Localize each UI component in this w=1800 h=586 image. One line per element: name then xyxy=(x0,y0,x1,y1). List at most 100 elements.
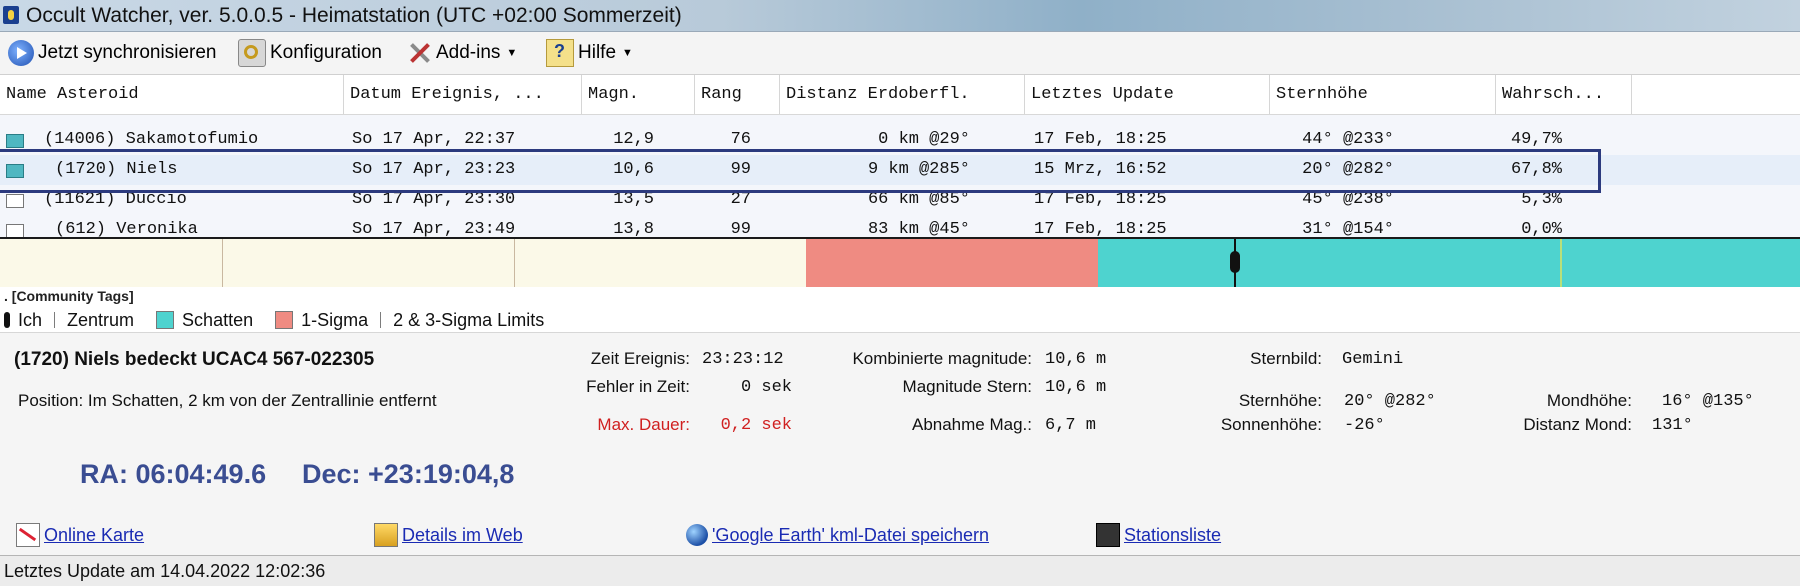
window-title: Occult Watcher, ver. 5.0.0.5 - Heimatsta… xyxy=(26,4,682,27)
help-menu[interactable]: Hilfe ▼ xyxy=(546,39,633,67)
sigma-limit-icon xyxy=(380,312,382,328)
last-update: 17 Feb, 18:25 xyxy=(1034,220,1167,237)
shadow-zone xyxy=(1098,239,1800,287)
declination: Dec: +23:19:04,8 xyxy=(302,459,515,489)
menu-bar: Jetzt synchronisieren Konfiguration Add-… xyxy=(0,32,1800,75)
config-label: Konfiguration xyxy=(270,42,382,63)
max-duration-value: 0,2 sek xyxy=(720,416,792,435)
my-position-icon xyxy=(4,312,10,328)
chevron-down-icon: ▼ xyxy=(622,47,633,59)
probability: 0,0% xyxy=(1521,220,1562,237)
community-tags[interactable]: . [Community Tags] xyxy=(4,288,134,304)
max-duration-label: Max. Dauer: xyxy=(597,415,690,434)
center-line-icon xyxy=(54,312,56,328)
legend-sigma1: 1-Sigma xyxy=(301,309,369,330)
column-header-updated[interactable]: Letztes Update xyxy=(1025,75,1270,114)
constellation-label: Sternbild: xyxy=(1250,349,1322,368)
column-header-rank[interactable]: Rang xyxy=(695,75,780,114)
google-earth-link[interactable]: 'Google Earth' kml-Datei speichern xyxy=(686,523,989,547)
sigma-limit-line xyxy=(514,239,515,287)
right-ascension: RA: 06:04:49.6 xyxy=(80,459,267,489)
moon-altitude-label: Mondhöhe: xyxy=(1546,391,1632,410)
error-label: Fehler in Zeit: xyxy=(586,377,690,396)
sun-altitude-value: -26° xyxy=(1344,416,1385,435)
help-label: Hilfe xyxy=(578,42,617,63)
web-details-label: Details im Web xyxy=(402,524,523,545)
time-label: Zeit Ereignis: xyxy=(590,349,690,368)
center-line xyxy=(1560,239,1562,287)
legend: Ich Zentrum Schatten 1-Sigma 2 & 3-Sigma… xyxy=(4,310,544,330)
star-altitude-value: 20° @282° xyxy=(1344,392,1436,411)
constellation-value: Gemini xyxy=(1342,350,1404,369)
star-altitude: 31° @154° xyxy=(1302,220,1394,237)
sync-icon xyxy=(8,40,34,66)
web-details-link[interactable]: Details im Web xyxy=(374,523,523,547)
shadow-swatch-icon xyxy=(156,311,175,329)
addins-label: Add-ins xyxy=(436,42,501,63)
moon-altitude-value: 16° @135° xyxy=(1662,392,1754,411)
sigma-limit-line xyxy=(222,239,223,287)
magnitude: 13,8 xyxy=(613,220,654,237)
row-checkbox[interactable] xyxy=(6,134,24,148)
config-button[interactable]: Konfiguration xyxy=(238,39,382,67)
one-sigma-zone xyxy=(806,239,1098,287)
mag-drop-label: Abnahme Mag.: xyxy=(911,415,1032,434)
app-icon xyxy=(3,6,19,24)
online-map-link[interactable]: Online Karte xyxy=(16,523,144,547)
moon-distance-label: Distanz Mond: xyxy=(1523,415,1632,434)
column-header-distance[interactable]: Distanz Erdoberfl. xyxy=(780,75,1025,114)
station-list-link[interactable]: Stationsliste xyxy=(1096,523,1221,547)
config-icon xyxy=(238,39,266,67)
event-headline: (1720) Niels bedeckt UCAC4 567-022305 xyxy=(14,349,375,370)
column-header-name[interactable]: Name Asteroid xyxy=(0,75,344,114)
position-text: Position: Im Schatten, 2 km von der Zent… xyxy=(18,391,437,410)
chevron-down-icon: ▼ xyxy=(506,47,518,59)
column-header-date[interactable]: Datum Ereignis, ... xyxy=(344,75,582,114)
star-mag-label: Magnitude Stern: xyxy=(902,377,1032,396)
title-bar: Occult Watcher, ver. 5.0.0.5 - Heimatsta… xyxy=(0,0,1800,32)
column-header-magnitude[interactable]: Magn. xyxy=(582,75,695,114)
legend-center: Zentrum xyxy=(67,309,135,330)
sun-altitude-label: Sonnenhöhe: xyxy=(1220,415,1322,434)
station-list-label: Stationsliste xyxy=(1124,524,1222,545)
tools-icon xyxy=(406,40,432,66)
combined-mag-value: 10,6 m xyxy=(1045,350,1107,369)
row-checkbox[interactable] xyxy=(6,194,24,208)
table-row[interactable]: (612) Veronika So 17 Apr, 23:49 13,8 99 … xyxy=(0,215,1800,237)
shadow-path-bar xyxy=(0,239,1800,287)
table-header: Name Asteroid Datum Ereignis, ... Magn. … xyxy=(0,75,1800,115)
time-value: 23:23:12 xyxy=(702,350,784,369)
sync-button[interactable]: Jetzt synchronisieren xyxy=(8,40,216,66)
legend-shadow: Schatten xyxy=(182,309,254,330)
status-text: Letztes Update am 14.04.2022 12:02:36 xyxy=(4,561,326,581)
row-checkbox[interactable] xyxy=(6,224,24,237)
legend-me: Ich xyxy=(18,309,43,330)
combined-mag-label: Kombinierte magnitude: xyxy=(852,349,1032,368)
column-header-star-altitude[interactable]: Sternhöhe xyxy=(1270,75,1496,114)
asteroid-name: (612) Veronika xyxy=(55,220,198,237)
my-position-marker xyxy=(1230,251,1240,273)
distance: 83 km @45° xyxy=(867,220,970,237)
rank: 99 xyxy=(730,220,751,237)
star-mag-value: 10,6 m xyxy=(1045,378,1107,397)
online-map-label: Online Karte xyxy=(44,524,145,545)
addins-menu[interactable]: Add-ins ▼ xyxy=(406,40,517,66)
sigma-swatch-icon xyxy=(275,311,294,329)
event-date: So 17 Apr, 23:49 xyxy=(352,220,516,237)
moon-distance-value: 131° xyxy=(1652,416,1693,435)
legend-area: . [Community Tags] Ich Zentrum Schatten … xyxy=(0,287,1800,332)
help-icon xyxy=(546,39,574,67)
selection-highlight xyxy=(0,149,1601,193)
google-earth-label: 'Google Earth' kml-Datei speichern xyxy=(712,524,989,545)
star-altitude-label: Sternhöhe: xyxy=(1238,391,1322,410)
mag-drop-value: 6,7 m xyxy=(1045,416,1097,435)
error-value: 0 sek xyxy=(740,378,792,397)
globe-icon xyxy=(686,524,708,546)
legend-sigma23: 2 & 3-Sigma Limits xyxy=(393,309,545,330)
sync-label: Jetzt synchronisieren xyxy=(38,42,217,63)
map-icon xyxy=(16,523,40,547)
web-page-icon xyxy=(374,523,398,547)
column-header-probability[interactable]: Wahrsch... xyxy=(1496,75,1632,114)
station-list-icon xyxy=(1096,523,1120,547)
event-details-panel: (1720) Niels bedeckt UCAC4 567-022305 Po… xyxy=(0,332,1800,555)
